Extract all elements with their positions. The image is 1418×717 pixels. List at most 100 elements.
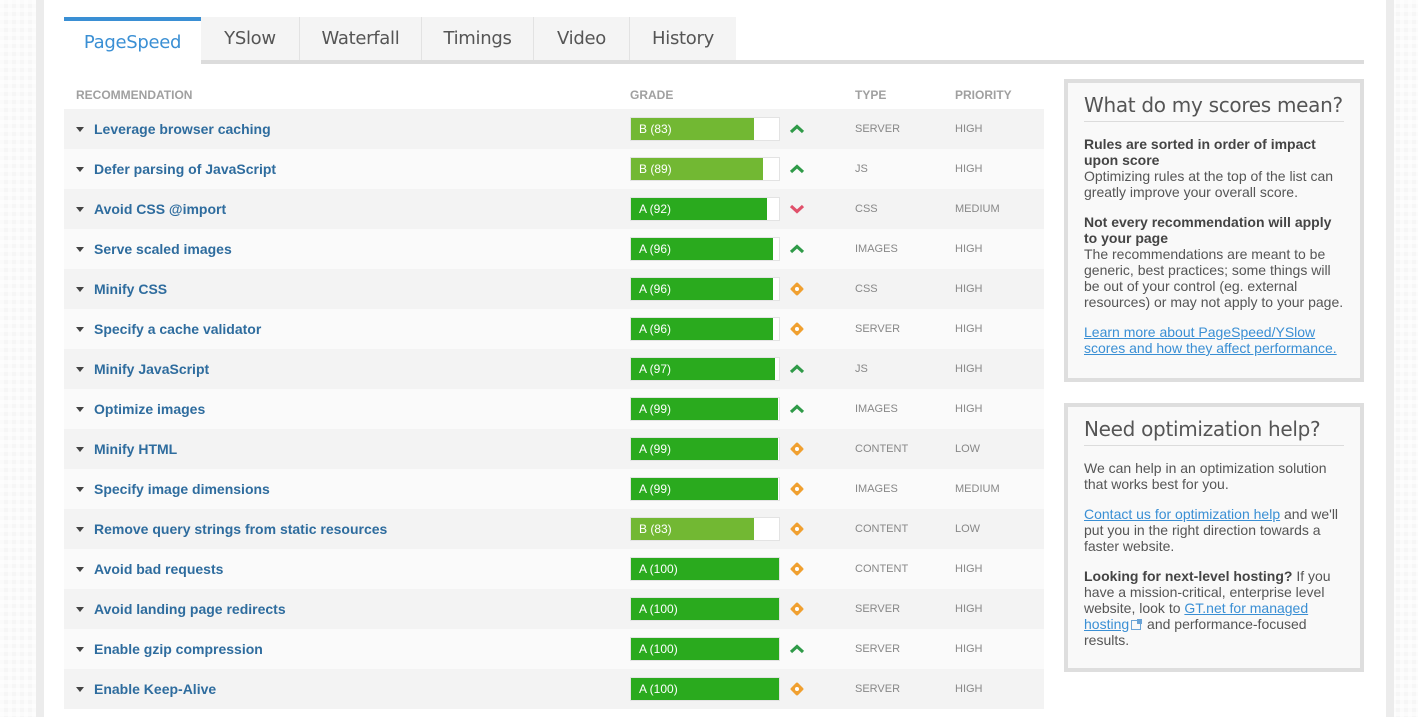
recommendation-label: Minify HTML [94,441,178,457]
priority-cell: LOW [955,523,981,535]
grade-cell: A (100) [630,557,855,581]
table-row[interactable]: Specify a cache validator A (96) SERVER … [64,309,1044,349]
recommendation-toggle[interactable]: Enable gzip compression [64,641,630,657]
table-row[interactable]: Minify HTML A (99) CONTENT LOW [64,429,1044,469]
type-cell: CSS [855,203,878,215]
recommendation-toggle[interactable]: Optimize images [64,401,630,417]
recommendation-label: Avoid CSS @import [94,201,227,217]
table-row[interactable]: Avoid bad requests A (100) CONTENT HIGH [64,549,1044,589]
recommendation-toggle[interactable]: Defer parsing of JavaScript [64,161,630,177]
grade-cell: B (83) [630,117,855,141]
recommendation-toggle[interactable]: Minify HTML [64,441,630,457]
scores-p2-heading: Not every recommendation will apply to y… [1084,214,1332,246]
grade-value: B (83) [639,522,672,536]
header-priority[interactable]: PRIORITY [955,88,1044,102]
header-recommendation[interactable]: RECOMMENDATION [64,88,630,102]
header-grade[interactable]: GRADE [630,88,855,102]
scores-box-title: What do my scores mean? [1084,95,1344,122]
grade-value: A (100) [639,682,678,696]
tab-waterfall[interactable]: Waterfall [300,17,422,60]
table-row[interactable]: Leverage browser caching B (83) SERVER H… [64,109,1044,149]
grade-value: A (96) [639,282,672,296]
tab-history[interactable]: History [630,17,736,60]
priority-cell: HIGH [955,323,983,335]
learn-more-link[interactable]: Learn more about PageSpeed/YSlow scores … [1084,324,1337,356]
recommendation-toggle[interactable]: Serve scaled images [64,241,630,257]
caret-down-icon [76,646,84,652]
caret-down-icon [76,686,84,692]
type-cell: JS [855,363,868,375]
grade-bar: A (99) [630,397,780,421]
table-row[interactable]: Optimize images A (99) IMAGES HIGH [64,389,1044,429]
header-type[interactable]: TYPE [855,88,955,102]
table-row[interactable]: Enable Keep-Alive A (100) SERVER HIGH [64,669,1044,709]
grade-value: A (99) [639,482,672,496]
recommendation-toggle[interactable]: Avoid bad requests [64,561,630,577]
contact-optimization-link[interactable]: Contact us for optimization help [1084,506,1280,522]
recommendation-label: Minify JavaScript [94,361,210,377]
recommendation-toggle[interactable]: Remove query strings from static resourc… [64,521,630,537]
caret-down-icon [76,606,84,612]
table-row[interactable]: Enable gzip compression A (100) SERVER H… [64,629,1044,669]
table-row[interactable]: Serve scaled images A (96) IMAGES HIGH [64,229,1044,269]
table-row[interactable]: Avoid landing page redirects A (100) SER… [64,589,1044,629]
tab-pagespeed[interactable]: PageSpeed [64,17,201,64]
table-row[interactable]: Avoid CSS @import A (92) CSS MEDIUM [64,189,1044,229]
priority-cell: LOW [955,443,981,455]
chevron-up-icon [789,164,825,174]
scores-paragraph-3: Learn more about PageSpeed/YSlow scores … [1084,324,1344,356]
grade-cell: A (100) [630,597,855,621]
grade-bar: A (100) [630,677,780,701]
help-paragraph-3: Looking for next-level hosting? If you h… [1084,568,1344,648]
grade-value: A (96) [639,242,672,256]
recommendation-label: Avoid bad requests [94,561,224,577]
priority-cell: HIGH [955,283,983,295]
recommendation-toggle[interactable]: Minify CSS [64,281,630,297]
optimization-help-box: Need optimization help? We can help in a… [1064,403,1364,672]
grade-bar: A (99) [630,437,780,461]
type-cell: SERVER [855,323,901,335]
chevron-up-icon [789,244,825,254]
recommendation-toggle[interactable]: Specify image dimensions [64,481,630,497]
recommendation-label: Defer parsing of JavaScript [94,161,277,177]
type-cell: IMAGES [855,403,898,415]
chevron-up-icon [789,124,825,134]
grade-cell: A (96) [630,317,855,341]
tab-yslow[interactable]: YSlow [201,17,300,60]
diamond-icon [789,441,825,457]
tab-video[interactable]: Video [534,17,630,60]
table-row[interactable]: Remove query strings from static resourc… [64,509,1044,549]
recommendation-toggle[interactable]: Enable Keep-Alive [64,681,630,697]
grade-bar: A (96) [630,317,780,341]
caret-down-icon [76,286,84,292]
grade-bar: B (89) [630,157,780,181]
recommendation-toggle[interactable]: Avoid CSS @import [64,201,630,217]
grade-value: A (100) [639,562,678,576]
type-cell: CONTENT [855,563,909,575]
table-row[interactable]: Minify JavaScript A (97) JS HIGH [64,349,1044,389]
help-paragraph-1: We can help in an optimization solution … [1084,460,1327,492]
grade-value: A (92) [639,202,672,216]
scores-p2-text: The recommendations are meant to be gene… [1084,246,1344,310]
tab-timings[interactable]: Timings [422,17,534,60]
grade-cell: A (99) [630,477,855,501]
grade-value: A (97) [639,362,672,376]
recommendation-toggle[interactable]: Avoid landing page redirects [64,601,630,617]
recommendation-toggle[interactable]: Minify JavaScript [64,361,630,377]
priority-cell: HIGH [955,363,983,375]
priority-cell: HIGH [955,163,983,175]
scores-paragraph-2: Not every recommendation will apply to y… [1084,214,1344,310]
help-box-title: Need optimization help? [1084,419,1344,446]
recommendation-toggle[interactable]: Leverage browser caching [64,121,630,137]
table-row[interactable]: Defer parsing of JavaScript B (89) JS HI… [64,149,1044,189]
grade-bar: A (97) [630,357,780,381]
caret-down-icon [76,486,84,492]
chevron-down-icon [789,204,825,214]
recommendation-toggle[interactable]: Specify a cache validator [64,321,630,337]
table-row[interactable]: Specify image dimensions A (99) IMAGES M… [64,469,1044,509]
grade-bar: A (92) [630,197,780,221]
grade-bar: B (83) [630,117,780,141]
help-paragraph-2: Contact us for optimization help and we'… [1084,506,1344,554]
table-row[interactable]: Minify CSS A (96) CSS HIGH [64,269,1044,309]
grade-value: B (89) [639,162,672,176]
